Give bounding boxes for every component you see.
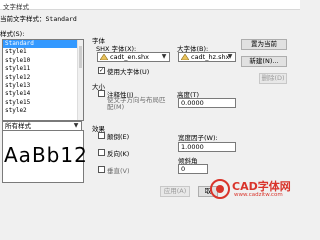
style-list-item[interactable]: style12: [3, 74, 83, 82]
set-current-button[interactable]: 置为当前: [241, 39, 287, 50]
oblique-input[interactable]: 0: [178, 164, 208, 174]
upside-down-checkbox[interactable]: [98, 132, 105, 139]
height-input[interactable]: 0.0000: [178, 98, 236, 108]
style-list-item[interactable]: Standard: [3, 40, 83, 49]
watermark-url: www.cadzitw.com: [234, 192, 283, 198]
style-list-item[interactable]: style2: [3, 107, 83, 115]
current-style-line: 当前文字样式：Standard: [0, 13, 77, 23]
watermark-logo: CAD字体网 www.cadzitw.com: [210, 178, 300, 200]
style-list-item[interactable]: style11: [3, 65, 83, 73]
style-list-item[interactable]: style15: [3, 99, 83, 107]
style-list-item[interactable]: style14: [3, 90, 83, 98]
chevron-down-icon: ▼: [227, 53, 233, 60]
watermark-circle-icon: [210, 179, 230, 199]
match-orientation-label: 使文字方向与布局匹配(M): [107, 96, 166, 111]
vertical-checkbox[interactable]: [98, 166, 105, 173]
big-font-icon: [181, 54, 189, 60]
shx-font-value: cadt_en.shx: [110, 53, 150, 61]
current-style-label: 当前文字样式：: [0, 15, 46, 23]
new-style-button[interactable]: 新建(N)...: [241, 56, 287, 67]
checkmark-icon: ✓: [99, 67, 105, 74]
title-bar: 文字样式: [0, 0, 300, 11]
current-style-value: Standard: [45, 15, 77, 23]
width-factor-input[interactable]: 1.0000: [178, 142, 236, 152]
annotative-checkbox[interactable]: [98, 90, 105, 97]
style-list-item[interactable]: style10: [3, 57, 83, 65]
styles-scrollbar[interactable]: [77, 40, 83, 120]
backwards-checkbox[interactable]: [98, 149, 105, 156]
chevron-down-icon: ▼: [73, 122, 79, 129]
apply-button[interactable]: 应用(A): [160, 186, 190, 197]
width-factor-label: 宽度因子(W):: [178, 134, 218, 142]
scroll-thumb[interactable]: [79, 46, 82, 68]
styles-label: 样式(S):: [0, 30, 25, 38]
style-preview: AaBb12: [2, 130, 87, 183]
big-font-value: cadt_hz.shx: [191, 53, 230, 61]
styles-listbox[interactable]: Standard style1 style10 style11 style12 style…: [2, 39, 84, 121]
chevron-down-icon: ▼: [161, 53, 167, 60]
window-title: 文字样式: [3, 3, 29, 11]
preview-text: AaBb12: [4, 143, 88, 167]
shx-font-icon: [100, 54, 108, 60]
use-big-font-checkbox[interactable]: ✓: [98, 67, 105, 74]
upside-down-label: 颠倒(E): [107, 133, 130, 141]
style-list-item[interactable]: style13: [3, 82, 83, 90]
big-font-dropdown[interactable]: cadt_hz.shx ▼: [178, 52, 236, 62]
style-list-item[interactable]: style1: [3, 48, 83, 56]
backwards-label: 反向(K): [107, 150, 130, 158]
delete-style-button[interactable]: 删除(D): [259, 73, 287, 84]
vertical-label: 垂直(V): [107, 167, 130, 175]
shx-font-dropdown[interactable]: cadt_en.shx ▼: [97, 52, 170, 62]
use-big-font-label: 使用大字体(U): [107, 68, 150, 76]
